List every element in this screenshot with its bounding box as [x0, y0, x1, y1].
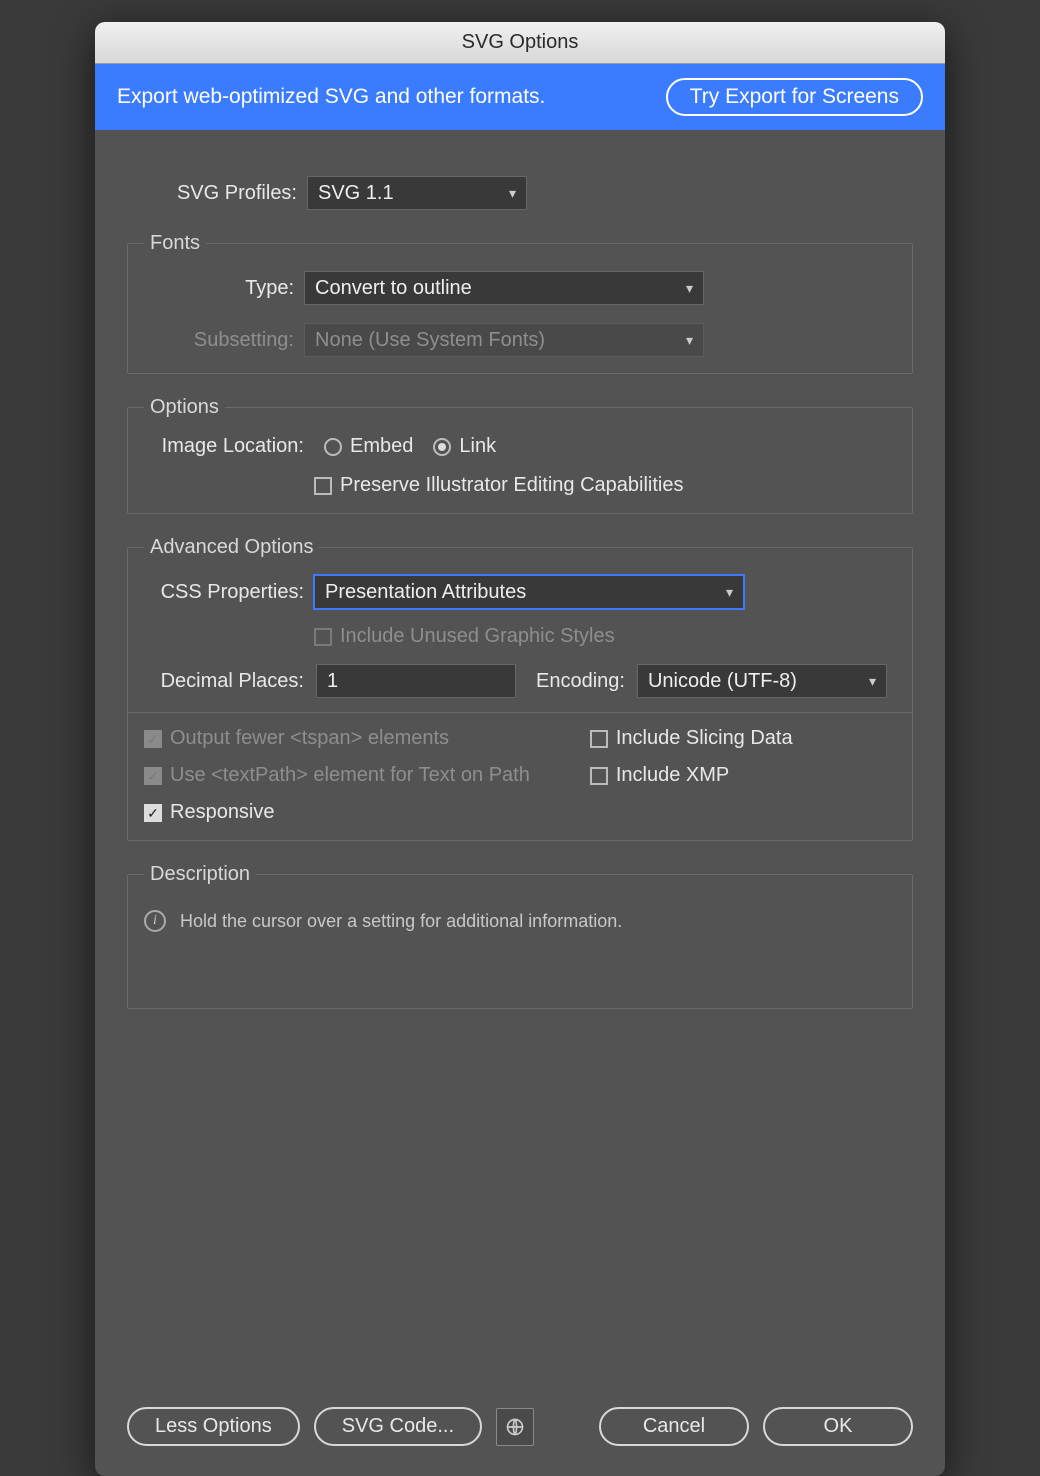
include-unused-styles-label: Include Unused Graphic Styles — [340, 625, 615, 648]
subsetting-value: None (Use System Fonts) — [315, 329, 545, 352]
responsive-checkbox[interactable]: ✓ Responsive — [144, 801, 530, 824]
checkbox-icon: ✓ — [144, 767, 162, 785]
banner-text: Export web-optimized SVG and other forma… — [117, 85, 545, 109]
css-properties-value: Presentation Attributes — [325, 581, 526, 604]
ok-button[interactable]: OK — [763, 1407, 913, 1446]
output-fewer-tspan-label: Output fewer <tspan> elements — [170, 727, 449, 750]
fonts-legend: Fonts — [144, 232, 206, 255]
checkbox-icon: ✓ — [144, 730, 162, 748]
svg-options-dialog: SVG Options Export web-optimized SVG and… — [95, 22, 945, 1476]
link-label: Link — [459, 435, 496, 458]
description-legend: Description — [144, 863, 256, 886]
radio-icon — [324, 438, 342, 456]
svg-profiles-value: SVG 1.1 — [318, 182, 394, 205]
options-group: Options Image Location: Embed Link Prese… — [127, 396, 913, 514]
radio-icon — [433, 438, 451, 456]
chevron-down-icon: ▾ — [686, 332, 693, 349]
checkbox-icon — [314, 628, 332, 646]
image-location-label: Image Location: — [144, 435, 304, 458]
font-type-label: Type: — [144, 277, 294, 300]
preserve-editing-label: Preserve Illustrator Editing Capabilitie… — [340, 474, 684, 497]
include-slicing-data-label: Include Slicing Data — [616, 727, 793, 750]
checkbox-icon: ✓ — [144, 804, 162, 822]
svg-code-button[interactable]: SVG Code... — [314, 1407, 482, 1446]
use-textpath-checkbox: ✓ Use <textPath> element for Text on Pat… — [144, 764, 530, 787]
css-properties-select[interactable]: Presentation Attributes ▾ — [314, 575, 744, 609]
dialog-title: SVG Options — [462, 31, 579, 54]
fonts-group: Fonts Type: Convert to outline ▾ Subsett… — [127, 232, 913, 374]
globe-icon — [505, 1417, 525, 1437]
responsive-label: Responsive — [170, 801, 275, 824]
divider — [128, 712, 912, 713]
embed-radio[interactable]: Embed — [324, 435, 413, 458]
link-radio[interactable]: Link — [433, 435, 496, 458]
font-type-value: Convert to outline — [315, 277, 472, 300]
decimal-places-label: Decimal Places: — [144, 670, 304, 693]
options-legend: Options — [144, 396, 225, 419]
checkbox-icon — [590, 730, 608, 748]
info-icon: i — [144, 910, 166, 932]
decimal-places-input[interactable]: 1 — [316, 664, 516, 698]
svg-profiles-label: SVG Profiles: — [127, 182, 297, 205]
description-text: Hold the cursor over a setting for addit… — [180, 911, 622, 932]
checkbox-icon — [590, 767, 608, 785]
subsetting-label: Subsetting: — [144, 329, 294, 352]
dialog-content: SVG Profiles: SVG 1.1 ▾ Fonts Type: Conv… — [95, 130, 945, 1387]
cancel-button[interactable]: Cancel — [599, 1407, 749, 1446]
include-slicing-data-checkbox[interactable]: Include Slicing Data — [590, 727, 793, 750]
use-textpath-label: Use <textPath> element for Text on Path — [170, 764, 530, 787]
chevron-down-icon: ▾ — [509, 185, 516, 202]
subsetting-select: None (Use System Fonts) ▾ — [304, 323, 704, 357]
chevron-down-icon: ▾ — [726, 584, 733, 601]
encoding-select[interactable]: Unicode (UTF-8) ▾ — [637, 664, 887, 698]
less-options-button[interactable]: Less Options — [127, 1407, 300, 1446]
advanced-legend: Advanced Options — [144, 536, 319, 559]
output-fewer-tspan-checkbox: ✓ Output fewer <tspan> elements — [144, 727, 530, 750]
dialog-titlebar: SVG Options — [95, 22, 945, 64]
encoding-value: Unicode (UTF-8) — [648, 670, 797, 693]
svg-profiles-select[interactable]: SVG 1.1 ▾ — [307, 176, 527, 210]
checkbox-icon — [314, 477, 332, 495]
description-group: Description i Hold the cursor over a set… — [127, 863, 913, 1009]
try-export-for-screens-button[interactable]: Try Export for Screens — [666, 78, 923, 116]
preview-in-browser-button[interactable] — [496, 1408, 534, 1446]
include-xmp-checkbox[interactable]: Include XMP — [590, 764, 793, 787]
preserve-editing-checkbox[interactable]: Preserve Illustrator Editing Capabilitie… — [314, 474, 684, 497]
include-unused-styles-checkbox: Include Unused Graphic Styles — [314, 625, 615, 648]
decimal-places-value: 1 — [327, 670, 338, 693]
dialog-footer: Less Options SVG Code... Cancel OK — [95, 1387, 945, 1476]
chevron-down-icon: ▾ — [686, 280, 693, 297]
encoding-label: Encoding: — [536, 670, 625, 693]
css-properties-label: CSS Properties: — [144, 581, 304, 604]
export-banner: Export web-optimized SVG and other forma… — [95, 64, 945, 130]
font-type-select[interactable]: Convert to outline ▾ — [304, 271, 704, 305]
chevron-down-icon: ▾ — [869, 673, 876, 690]
advanced-options-group: Advanced Options CSS Properties: Present… — [127, 536, 913, 841]
include-xmp-label: Include XMP — [616, 764, 729, 787]
embed-label: Embed — [350, 435, 413, 458]
